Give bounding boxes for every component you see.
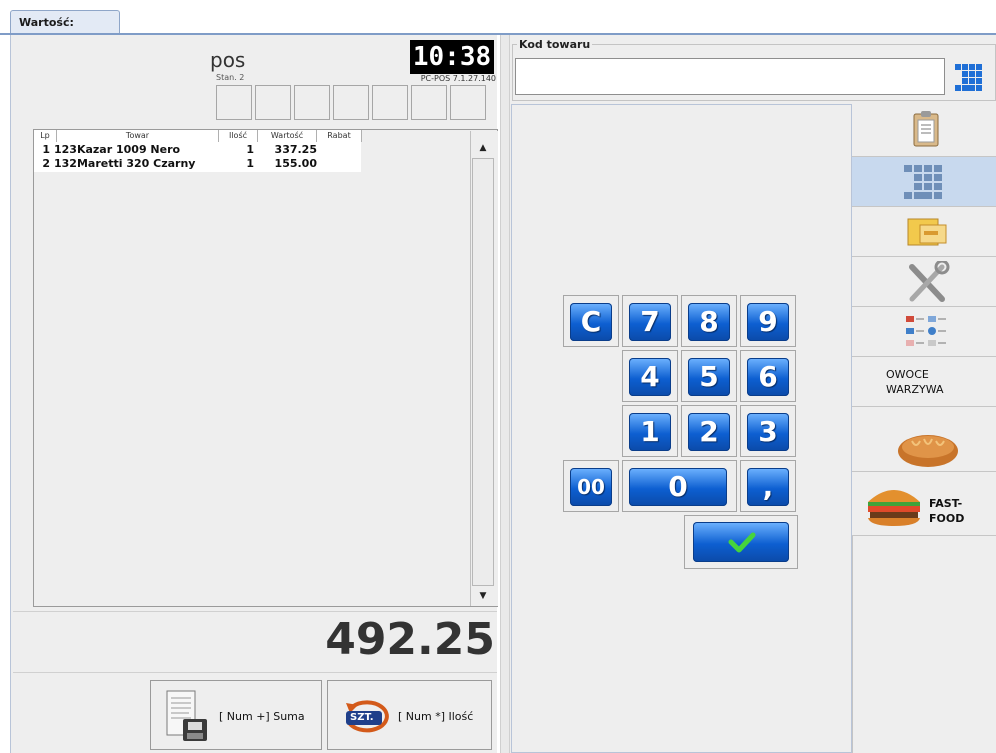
cell-lp: 1 <box>42 143 50 156</box>
column-header-ilosc[interactable]: Ilość <box>219 130 258 142</box>
szt-badge: SZT. <box>350 712 374 723</box>
key-00-label: 00 <box>570 468 612 506</box>
key-8[interactable]: 8 <box>681 295 737 347</box>
display-slot <box>411 85 447 120</box>
key-4[interactable]: 4 <box>622 350 678 402</box>
column-header-towar[interactable]: Towar <box>57 130 219 142</box>
checkmark-icon <box>728 532 756 553</box>
key-9[interactable]: 9 <box>740 295 796 347</box>
key-4-label: 4 <box>629 358 671 396</box>
suma-button[interactable]: [ Num +] Suma <box>150 680 322 750</box>
card-icon <box>907 218 947 246</box>
category-owoce-warzywa[interactable]: OWOCE WARZYWA <box>852 357 996 407</box>
tab-wartosc[interactable]: Wartość: 492.25 <box>10 10 120 53</box>
key-5[interactable]: 5 <box>681 350 737 402</box>
settings-list-icon <box>906 316 946 346</box>
scroll-down-icon[interactable]: ▼ <box>470 586 496 606</box>
key-ok-face <box>693 522 789 562</box>
column-header-wartosc[interactable]: Wartość <box>258 130 317 142</box>
category-card[interactable] <box>852 207 996 257</box>
key-comma-label: , <box>747 468 789 506</box>
key-clear[interactable]: C <box>563 295 619 347</box>
kod-towaru-input[interactable] <box>515 58 945 95</box>
key-ok[interactable] <box>684 515 798 569</box>
key-00[interactable]: 00 <box>563 460 619 512</box>
clipboard-icon <box>913 111 939 147</box>
category-clipboard[interactable] <box>852 104 996 157</box>
table-row[interactable]: 2 132Maretti 320 Czarny 1 155.00 <box>34 157 361 170</box>
display-slot <box>255 85 291 120</box>
category-bread[interactable] <box>852 407 996 472</box>
cell-lp: 2 <box>42 157 50 170</box>
ilosc-button[interactable]: SZT. [ Num *] Ilość <box>327 680 492 750</box>
key-5-label: 5 <box>688 358 730 396</box>
column-header-lp[interactable]: Lp <box>34 130 57 142</box>
version-label: PC-POS 7.1.27.140 <box>420 74 496 83</box>
key-6[interactable]: 6 <box>740 350 796 402</box>
category-settings-list[interactable] <box>852 307 996 357</box>
key-3-label: 3 <box>747 413 789 451</box>
category-owoce-warzywa-label: OWOCE WARZYWA <box>886 368 944 396</box>
key-comma[interactable]: , <box>740 460 796 512</box>
ilosc-button-label: [ Num *] Ilość <box>398 710 474 723</box>
cell-towar: 132Maretti 320 Czarny <box>54 157 196 170</box>
key-6-label: 6 <box>747 358 789 396</box>
key-1[interactable]: 1 <box>622 405 678 457</box>
cell-wartosc: 337.25 <box>274 143 317 156</box>
cell-wartosc: 155.00 <box>274 157 317 170</box>
receipt-save-icon <box>166 690 207 741</box>
category-fast-food-label: FAST-FOOD <box>929 497 965 525</box>
cell-ilosc: 1 <box>246 157 254 170</box>
display-slot <box>372 85 408 120</box>
key-1-label: 1 <box>629 413 671 451</box>
cell-towar: 123Kazar 1009 Nero <box>54 143 181 156</box>
category-tools[interactable] <box>852 257 996 307</box>
bread-icon <box>898 435 958 467</box>
key-0-label: 0 <box>629 468 727 506</box>
receipt-table <box>33 129 498 607</box>
column-header-rabat[interactable]: Rabat <box>317 130 362 142</box>
burger-icon <box>868 490 920 526</box>
display-slot <box>450 85 486 120</box>
category-keypad-selected[interactable] <box>852 157 996 207</box>
key-2-label: 2 <box>688 413 730 451</box>
station-label: Stan. 2 <box>216 73 245 82</box>
key-9-label: 9 <box>747 303 789 341</box>
scroll-up-icon[interactable]: ▲ <box>470 138 496 158</box>
display-slot <box>333 85 369 120</box>
suma-button-label: [ Num +] Suma <box>219 710 305 723</box>
keypad-icon <box>904 165 942 199</box>
key-8-label: 8 <box>688 303 730 341</box>
pos-title: pos <box>210 48 246 72</box>
total-amount: 492.25 <box>325 614 495 665</box>
key-2[interactable]: 2 <box>681 405 737 457</box>
tab-strip <box>0 0 996 36</box>
key-0[interactable]: 0 <box>622 460 737 512</box>
keyboard-icon[interactable] <box>952 56 986 94</box>
kod-towaru-label: Kod towaru <box>517 38 593 51</box>
key-3[interactable]: 3 <box>740 405 796 457</box>
category-fast-food[interactable]: FAST-FOOD <box>852 472 996 536</box>
scrollbar-thumb[interactable] <box>472 158 494 586</box>
table-row[interactable]: 1 123Kazar 1009 Nero 1 337.25 <box>34 143 361 156</box>
display-slot <box>294 85 330 120</box>
split-divider[interactable] <box>500 35 510 753</box>
key-clear-label: C <box>570 303 612 341</box>
key-7-label: 7 <box>629 303 671 341</box>
tools-icon <box>909 261 950 302</box>
display-slot <box>216 85 252 120</box>
key-7[interactable]: 7 <box>622 295 678 347</box>
cell-ilosc: 1 <box>246 143 254 156</box>
clock: 10:38 <box>410 40 494 74</box>
